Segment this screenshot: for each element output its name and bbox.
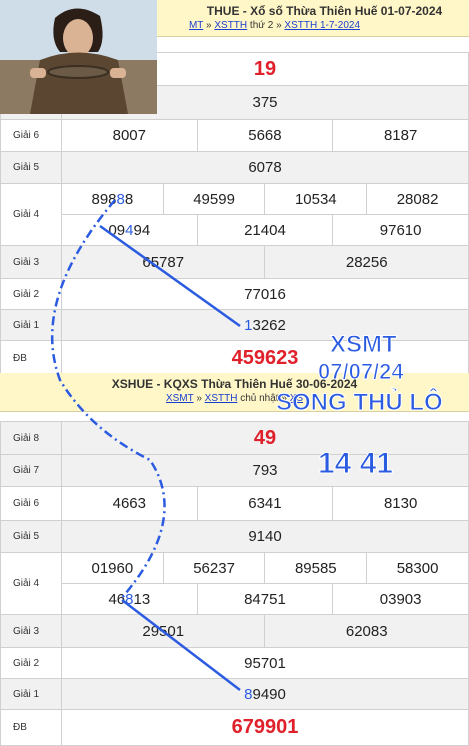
label-db: ĐB <box>0 709 62 746</box>
bottom-g7-value: 793 <box>61 454 469 487</box>
label-g3: Giải 3 <box>0 245 62 279</box>
bottom-crumb-xstth[interactable]: XSTTH <box>205 393 238 404</box>
overlay-song-thu-lo: SONG THỦ LÔ <box>276 389 444 417</box>
label-g1: Giải 1 <box>0 309 62 341</box>
top-g3-value: 28256 <box>264 245 469 279</box>
label-g5: Giải 5 <box>0 520 62 553</box>
bottom-g6-value: 4663 <box>61 486 198 521</box>
bottom-g4-value: 46813 <box>61 583 198 615</box>
bottom-g3-value: 62083 <box>264 614 469 648</box>
top-g4-value: 21404 <box>196 214 334 246</box>
bottom-g6-value: 8130 <box>332 486 469 521</box>
bottom-g4-value: 58300 <box>366 552 469 584</box>
label-g7: Giải 7 <box>0 454 62 487</box>
person-holding-bowl-photo <box>0 0 157 114</box>
top-g4-value: 10534 <box>264 183 368 215</box>
bottom-g1-value: 89490 <box>61 678 469 710</box>
bottom-g3-value: 29501 <box>60 614 266 648</box>
bottom-g5-value: 9140 <box>61 520 469 553</box>
label-g2: Giải 2 <box>0 647 62 679</box>
crumb-sep: » <box>206 20 212 31</box>
bottom-crumb-day: chủ nhật <box>240 393 279 404</box>
top-g6-value: 5668 <box>196 119 334 152</box>
bottom-g8-value: 49 <box>61 421 469 455</box>
bottom-g6-value: 6341 <box>196 486 334 521</box>
top-crumb-day: thứ 2 <box>249 20 274 31</box>
bottom-db-value: 679901 <box>61 709 469 746</box>
label-g6: Giải 6 <box>0 486 62 521</box>
top-crumb-xsmt[interactable]: MT <box>189 20 203 31</box>
bottom-g4-value: 03903 <box>332 583 469 615</box>
label-g1: Giải 1 <box>0 678 62 710</box>
top-crumb-date[interactable]: XSTTH 1-7-2024 <box>284 20 360 31</box>
top-crumb-xstth[interactable]: XSTTH <box>214 20 247 31</box>
top-g1-value: 13262 <box>61 309 469 341</box>
top-g3-value: 65787 <box>60 245 266 279</box>
bottom-g4-value: 56237 <box>162 552 266 584</box>
top-g4-value: 09494 <box>61 214 198 246</box>
overlay-date: 07/07/24 <box>318 359 405 385</box>
top-g4-value: 28082 <box>366 183 469 215</box>
label-g6: Giải 6 <box>0 119 62 152</box>
label-g4: Giải 4 <box>0 552 62 615</box>
overlay-xsmt: XSMT <box>330 331 398 359</box>
top-g2-value: 77016 <box>61 278 469 310</box>
photo-illustration <box>0 0 157 114</box>
top-g4-value: 89888 <box>61 183 164 215</box>
label-g5: Giải 5 <box>0 151 62 184</box>
top-g4-value: 97610 <box>332 214 469 246</box>
top-g4-value: 49599 <box>162 183 266 215</box>
label-db: ĐB <box>0 340 62 377</box>
top-g6-value: 8007 <box>61 119 198 152</box>
label-g3: Giải 3 <box>0 614 62 648</box>
top-g5-value: 6078 <box>61 151 469 184</box>
label-g4: Giải 4 <box>0 183 62 246</box>
top-g6-value: 8187 <box>332 119 469 152</box>
label-g2: Giải 2 <box>0 278 62 310</box>
label-g8: Giải 8 <box>0 421 62 455</box>
bottom-crumb-xsmt[interactable]: XSMT <box>166 393 194 404</box>
bottom-g4-value: 89585 <box>264 552 368 584</box>
overlay-numbers: 14 41 <box>317 447 394 481</box>
bottom-g4-value: 01960 <box>61 552 164 584</box>
top-db-value: 459623 <box>61 340 469 377</box>
bottom-g2-value: 95701 <box>61 647 469 679</box>
bottom-g4-value: 84751 <box>196 583 334 615</box>
bottom-result-table: Giải 8 49 Giải 7 793 Giải 6 4663 6341 81… <box>0 421 469 746</box>
